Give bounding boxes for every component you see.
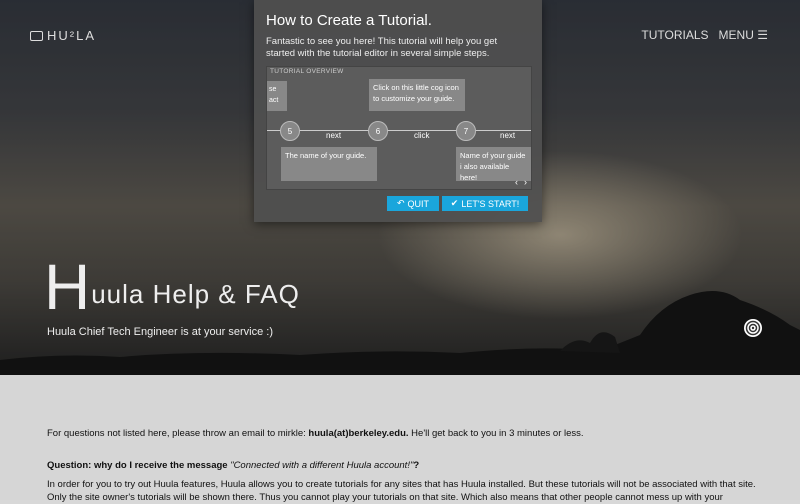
faq-question: Question: why do I receive the message "…	[47, 459, 757, 472]
faq-answer: In order for you to try out Huula featur…	[47, 479, 756, 503]
huula-target-icon[interactable]	[744, 319, 762, 337]
tip-partial-left: se act	[267, 81, 287, 111]
faq-question-quote: "Connected with a different Huula accoun…	[230, 460, 414, 471]
start-label: LET'S START!	[461, 198, 520, 209]
nav-tutorials-link[interactable]: TUTORIALS	[641, 28, 708, 42]
logo-text: HU²LA	[47, 28, 97, 43]
faq-intro: For questions not listed here, please th…	[47, 427, 757, 440]
next-arrow-icon[interactable]: ›	[524, 177, 527, 187]
tutorial-overview: TUTORIAL OVERVIEW se act Click on this l…	[266, 66, 532, 190]
overview-arrows: ‹ ›	[515, 177, 527, 187]
check-icon: ✔	[450, 198, 459, 208]
step-5[interactable]: 5	[280, 121, 300, 141]
page-subtitle: Huula Chief Tech Engineer is at your ser…	[47, 326, 274, 338]
step-track	[267, 130, 531, 131]
hamburger-icon: ☰	[757, 28, 768, 42]
huula-logo[interactable]: HU²LA	[30, 28, 96, 43]
faq-intro-suffix: He'll get back to you in 3 minutes or le…	[408, 428, 584, 439]
start-button[interactable]: ✔ LET'S START!	[442, 196, 528, 211]
page-title: Huula Help & FAQ	[44, 250, 300, 324]
contact-email: huula(at)berkeley.edu.	[308, 428, 409, 439]
tutorial-modal: How to Create a Tutorial. Fantastic to s…	[254, 0, 542, 222]
action-next-1: next	[326, 131, 342, 140]
step-6[interactable]: 6	[368, 121, 388, 141]
undo-icon: ↶	[396, 198, 405, 208]
modal-title: How to Create a Tutorial.	[266, 12, 432, 29]
page-title-initial: H	[44, 251, 92, 323]
tip-cog: Click on this little cog icon to customi…	[369, 79, 465, 111]
nav-menu-label: MENU	[718, 28, 754, 42]
faq-content: For questions not listed here, please th…	[0, 375, 800, 503]
quit-label: QUIT	[407, 198, 430, 209]
faq-question-prefix: Question: why do I receive the message	[47, 460, 231, 471]
logo-box-icon	[30, 30, 43, 41]
tip-guide-name: The name of your guide.	[281, 147, 377, 181]
action-click: click	[414, 131, 430, 140]
action-next-2: next	[500, 131, 516, 140]
tip-partial-right: Name of your guide i also available here…	[456, 147, 531, 181]
page-title-rest: uula Help & FAQ	[91, 279, 300, 309]
faq-intro-prefix: For questions not listed here, please th…	[47, 428, 309, 439]
top-nav: TUTORIALS MENU ☰	[641, 28, 768, 42]
step-7[interactable]: 7	[456, 121, 476, 141]
nav-menu-button[interactable]: MENU ☰	[719, 28, 768, 42]
modal-intro: Fantastic to see you here! This tutorial…	[266, 36, 498, 59]
overview-label: TUTORIAL OVERVIEW	[270, 68, 344, 75]
prev-arrow-icon[interactable]: ‹	[515, 177, 518, 187]
faq-question-suffix: ?	[413, 460, 420, 471]
quit-button[interactable]: ↶ QUIT	[387, 196, 439, 211]
